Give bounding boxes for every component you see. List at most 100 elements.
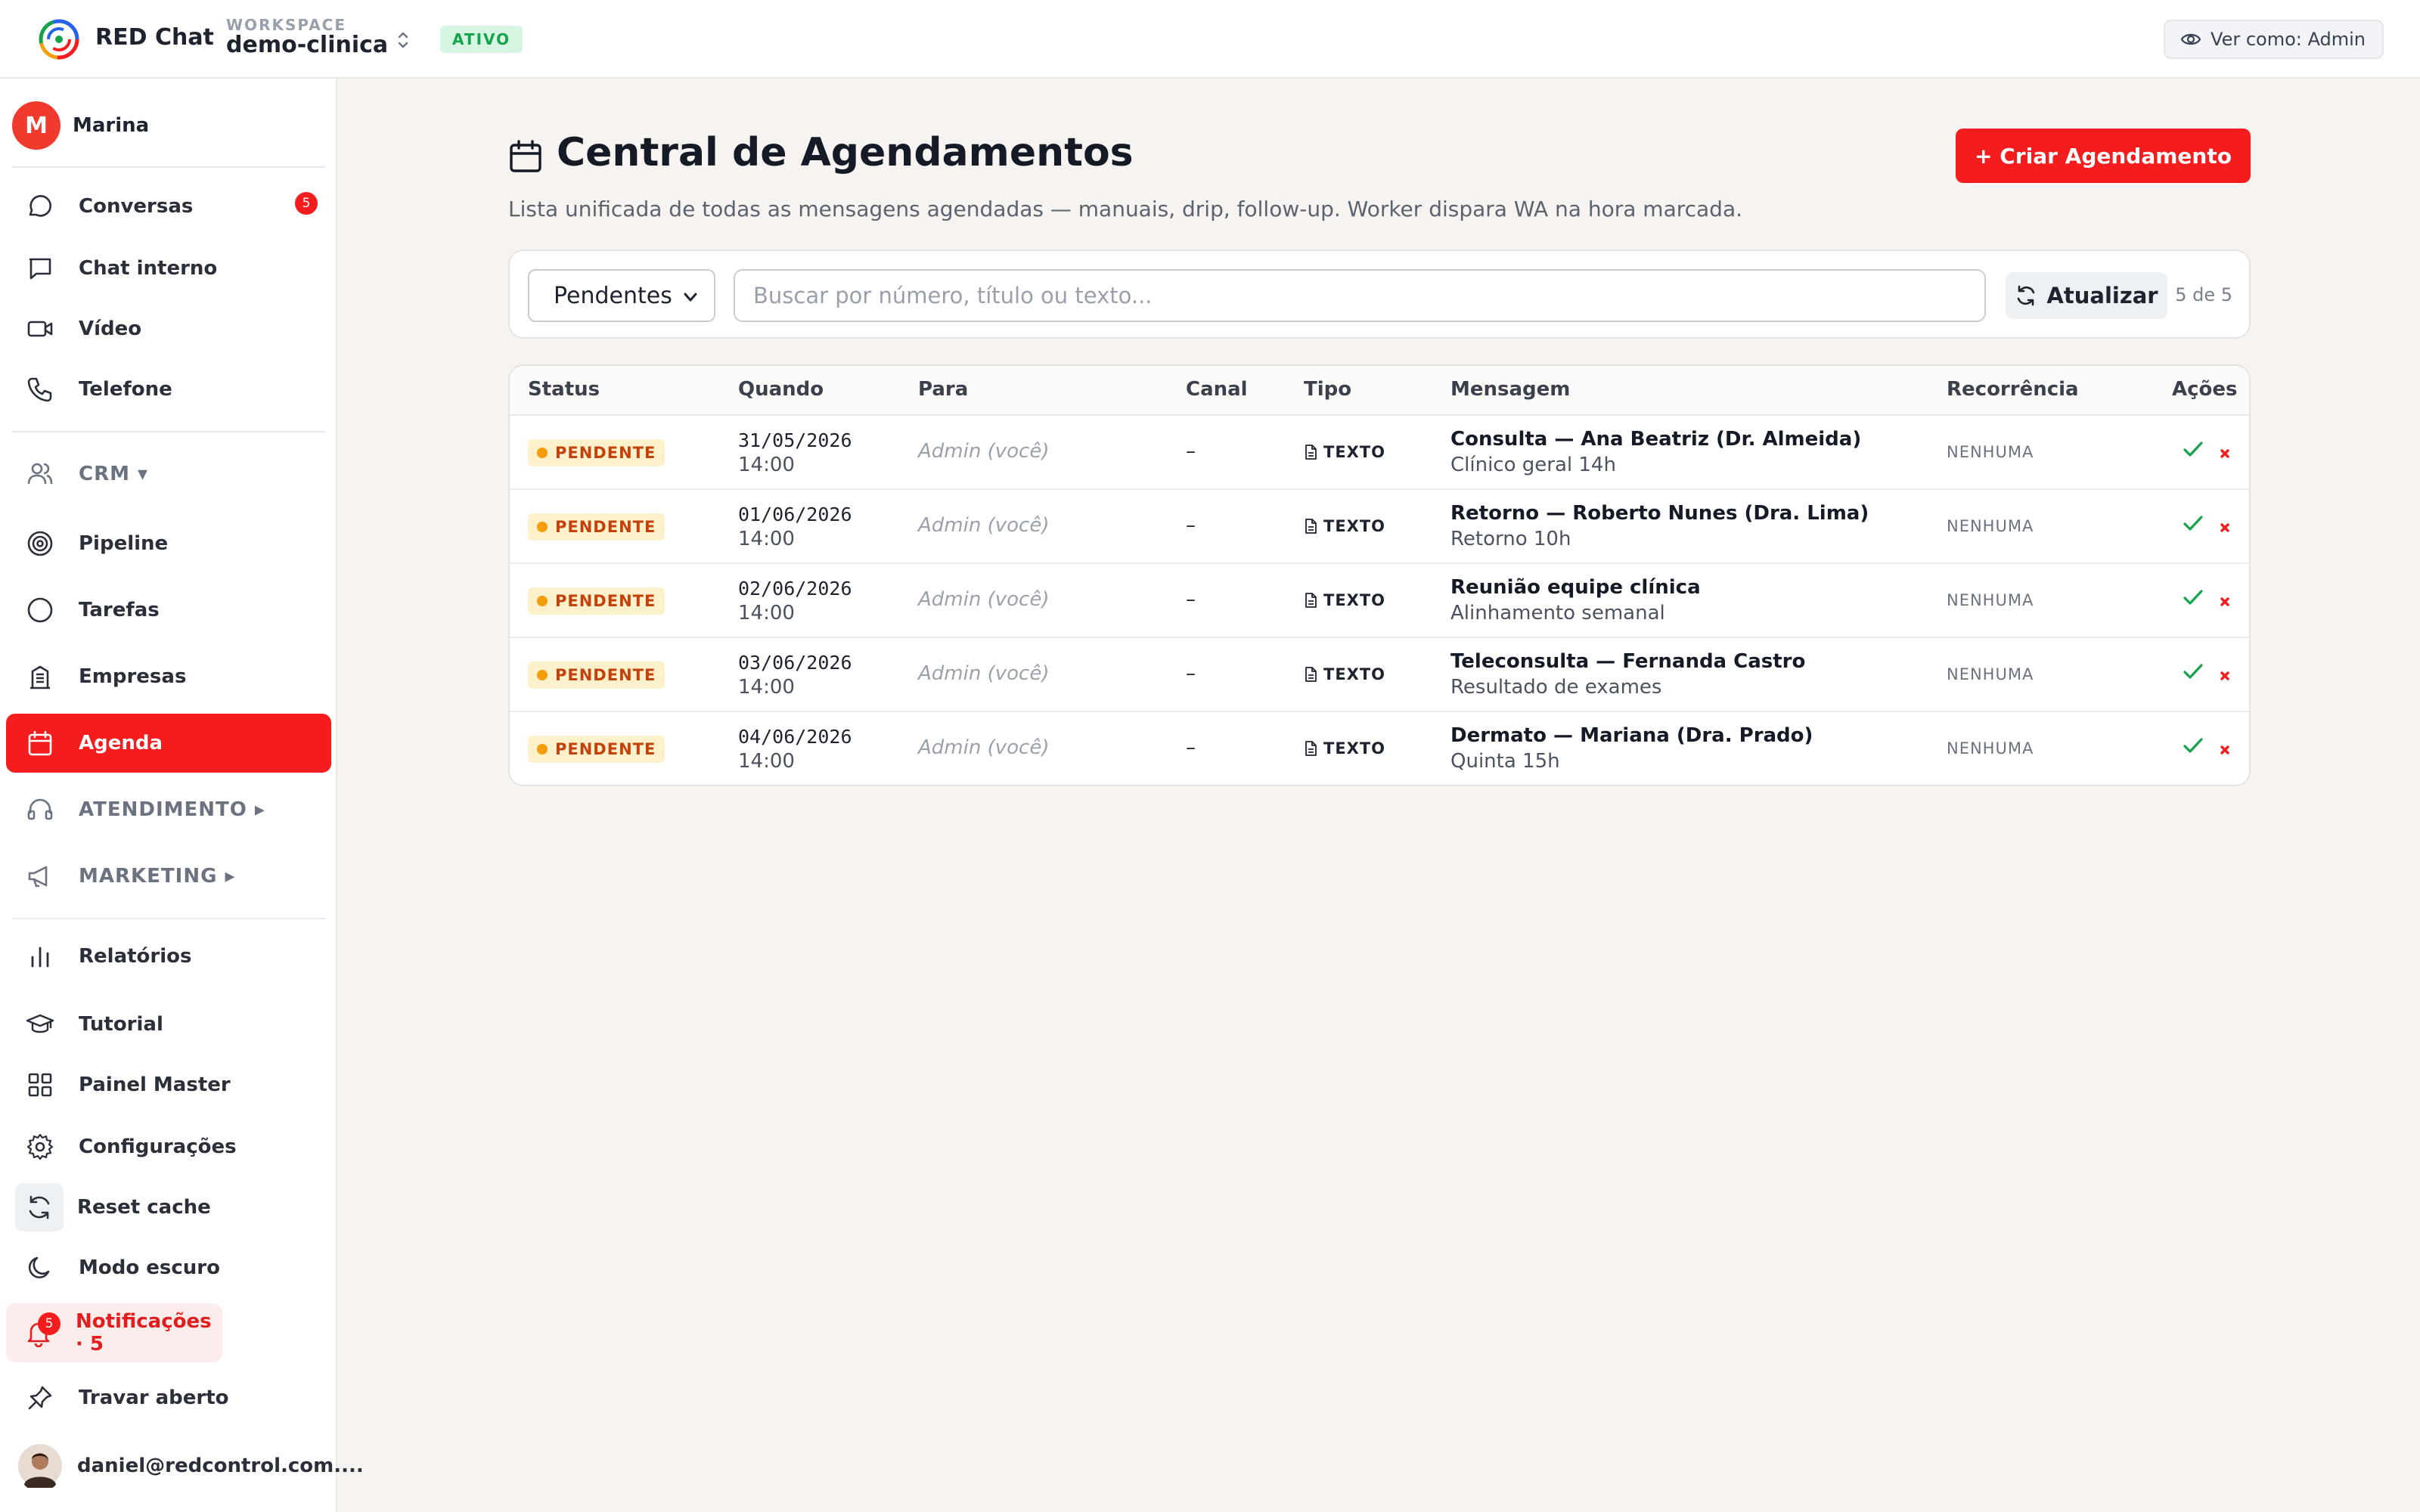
channel: – <box>1186 662 1196 685</box>
scheduled-date: 03/06/2026 <box>738 652 852 674</box>
calendar-icon <box>24 727 56 759</box>
confirm-check-icon[interactable] <box>2181 437 2205 461</box>
confirm-check-icon[interactable] <box>2181 659 2205 683</box>
building-icon <box>24 661 56 692</box>
table-row[interactable]: PENDENTE 01/06/2026 14:00 Admin (você) – TEXT… <box>510 490 2249 564</box>
column-header[interactable]: Status <box>528 378 600 401</box>
sidebar-item-pipeline[interactable]: Pipeline <box>6 514 331 573</box>
recurrence: NENHUMA <box>1947 665 2034 683</box>
column-header[interactable]: Quando <box>738 378 824 401</box>
sidebar-item-agenda[interactable]: Agenda <box>6 714 331 773</box>
sidebar-item-chat-interno[interactable]: Chat interno <box>6 239 331 298</box>
user-profile[interactable]: M Marina <box>12 101 149 150</box>
phone-icon <box>24 373 56 405</box>
view-as-label: Ver como: Admin <box>2211 29 2366 50</box>
sidebar-item-painel-master[interactable]: Painel Master <box>6 1055 331 1114</box>
view-as-button[interactable]: Ver como: Admin <box>2164 20 2384 59</box>
column-header[interactable]: Recorrência <box>1947 378 2079 401</box>
table-row[interactable]: PENDENTE 03/06/2026 14:00 Admin (você) – TEXT… <box>510 638 2249 712</box>
refresh-button[interactable]: Atualizar <box>2006 272 2167 319</box>
eye-icon <box>2180 33 2201 45</box>
scheduled-date: 31/05/2026 <box>738 429 852 451</box>
circle-icon <box>24 594 56 626</box>
cancel-x-icon[interactable] <box>2217 520 2232 535</box>
sidebar-item-reset-cache[interactable]: Reset cache <box>6 1178 331 1237</box>
message-title: Reunião equipe clínica <box>1450 576 1701 599</box>
status-filter-select[interactable]: Pendentes <box>528 269 715 322</box>
sidebar-item-relatorios[interactable]: Relatórios <box>6 927 331 986</box>
workspace-name[interactable]: demo-clinica <box>226 32 388 58</box>
confirm-check-icon[interactable] <box>2181 585 2205 609</box>
sidebar-item-label: Tutorial <box>79 1013 163 1036</box>
sidebar-item-conversas[interactable]: Conversas 5 <box>6 177 331 236</box>
channel: – <box>1186 736 1196 759</box>
cancel-x-icon[interactable] <box>2217 668 2232 683</box>
sidebar-item-atendimento[interactable]: ATENDIMENTO ▸ <box>6 780 331 839</box>
sidebar-item-empresas[interactable]: Empresas <box>6 647 331 706</box>
channel: – <box>1186 514 1196 537</box>
confirm-check-icon[interactable] <box>2181 511 2205 535</box>
column-header[interactable]: Tipo <box>1304 378 1351 401</box>
sidebar-item-travar-aberto[interactable]: Travar aberto <box>6 1368 331 1427</box>
sidebar-item-telefone[interactable]: Telefone <box>6 360 331 419</box>
megaphone-icon <box>24 860 56 892</box>
sidebar-item-label: Chat interno <box>79 257 218 280</box>
message-title: Dermato — Mariana (Dra. Prado) <box>1450 724 1813 747</box>
sidebar-item-tarefas[interactable]: Tarefas <box>6 581 331 640</box>
message-type: TEXTO <box>1304 517 1385 535</box>
sidebar-item-label: Relatórios <box>79 945 192 968</box>
confirm-check-icon[interactable] <box>2181 733 2205 758</box>
document-icon <box>1305 741 1317 756</box>
scheduled-time: 14:00 <box>738 750 795 773</box>
message-type-label: TEXTO <box>1323 517 1386 535</box>
table-row[interactable]: PENDENTE 04/06/2026 14:00 Admin (você) – TEXT… <box>510 712 2249 785</box>
sidebar-item-tutorial[interactable]: Tutorial <box>6 995 331 1054</box>
table-row[interactable]: PENDENTE 02/06/2026 14:00 Admin (você) – TEXT… <box>510 564 2249 638</box>
scheduled-time: 14:00 <box>738 528 795 550</box>
column-header[interactable]: Canal <box>1186 378 1248 401</box>
column-header[interactable]: Mensagem <box>1450 378 1570 401</box>
status-badge: PENDENTE <box>528 736 666 763</box>
recipient: Admin (você) <box>918 588 1050 611</box>
recurrence: NENHUMA <box>1947 517 2034 535</box>
message-type: TEXTO <box>1304 665 1385 683</box>
cancel-x-icon[interactable] <box>2217 594 2232 609</box>
sidebar-item-crm[interactable]: CRM ▾ <box>6 445 331 503</box>
status-badge: PENDENTE <box>528 513 666 541</box>
result-count: 5 de 5 <box>2175 284 2232 305</box>
recurrence: NENHUMA <box>1947 443 2034 461</box>
sidebar-item-label: Tarefas <box>79 599 160 621</box>
table-row[interactable]: PENDENTE 31/05/2026 14:00 Admin (você) – TEXT… <box>510 416 2249 490</box>
recipient: Admin (você) <box>918 514 1050 537</box>
top-bar: RED Chat WORKSPACE demo-clinica ATIVO Ve… <box>0 0 2420 79</box>
message-type-label: TEXTO <box>1323 591 1386 609</box>
headset-icon <box>24 794 56 826</box>
sidebar-item-marketing[interactable]: MARKETING ▸ <box>6 847 331 906</box>
sidebar-item-configuracoes[interactable]: Configurações <box>6 1117 331 1176</box>
search-input[interactable]: Buscar por número, título ou texto... <box>734 269 1986 322</box>
cancel-x-icon[interactable] <box>2217 742 2232 758</box>
scheduled-time: 14:00 <box>738 676 795 699</box>
sidebar-item-label: Configurações <box>79 1136 237 1158</box>
status-badge: PENDENTE <box>528 587 666 615</box>
create-schedule-button[interactable]: + Criar Agendamento <box>1956 129 2251 183</box>
sidebar-item-label: Painel Master <box>79 1074 231 1096</box>
scheduled-date: 02/06/2026 <box>738 578 852 600</box>
grid-icon <box>24 1069 56 1101</box>
recurrence: NENHUMA <box>1947 591 2034 609</box>
sidebar-item-label: Telefone <box>79 378 172 401</box>
sidebar-item-video[interactable]: Vídeo <box>6 299 331 358</box>
sidebar-item-notificacoes[interactable]: 5 Notificações · 5 <box>6 1303 222 1362</box>
column-header[interactable]: Para <box>918 378 968 401</box>
cancel-x-icon[interactable] <box>2217 446 2232 461</box>
sidebar-item-account[interactable]: daniel@redcontrol.com.... <box>6 1436 364 1495</box>
status-filter-value: Pendentes <box>554 282 672 309</box>
sidebar-item-modo-escuro[interactable]: Modo escuro <box>6 1238 331 1297</box>
message-body: Retorno 10h <box>1450 528 1571 550</box>
message-body: Resultado de exames <box>1450 676 1662 699</box>
sidebar-item-label: Agenda <box>79 732 163 754</box>
refresh-label: Atualizar <box>2046 283 2158 308</box>
red-chat-logo-icon[interactable] <box>36 17 82 62</box>
users-icon <box>24 458 56 490</box>
chevron-up-down-icon[interactable] <box>393 29 413 51</box>
